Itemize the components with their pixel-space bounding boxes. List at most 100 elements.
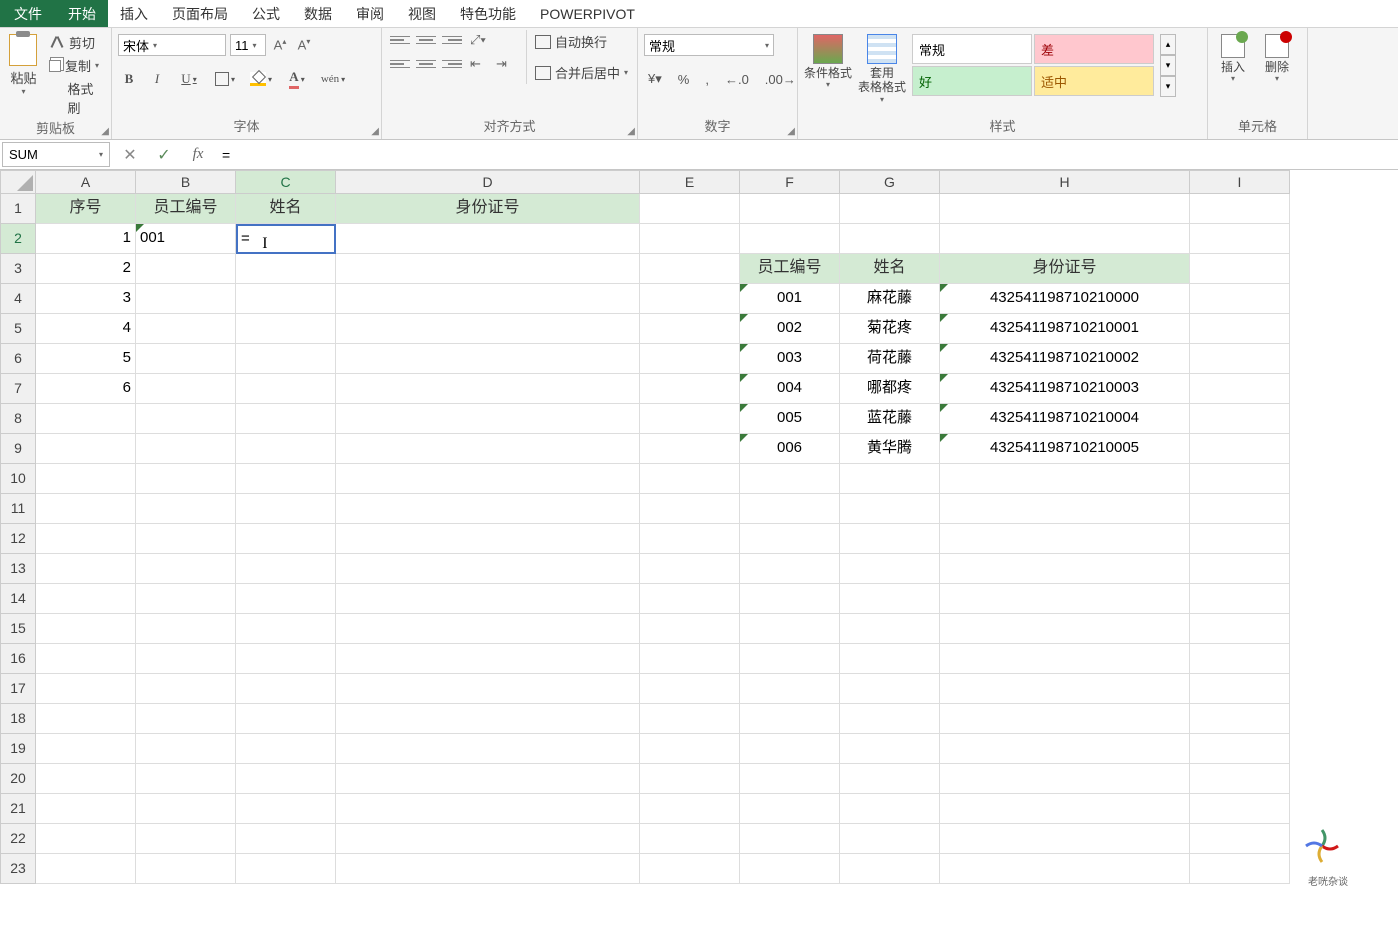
cell-A6[interactable]: 5 [36, 344, 136, 374]
cell-B23[interactable] [136, 854, 236, 884]
cell-D9[interactable] [336, 434, 640, 464]
cell-G21[interactable] [840, 794, 940, 824]
cell-H5[interactable]: 432541198710210001 [940, 314, 1190, 344]
cell-C17[interactable] [236, 674, 336, 704]
cell-B17[interactable] [136, 674, 236, 704]
cell-F9[interactable]: 006 [740, 434, 840, 464]
cell-G10[interactable] [840, 464, 940, 494]
cell-F1[interactable] [740, 194, 840, 224]
cell-E7[interactable] [640, 374, 740, 404]
row-header-3[interactable]: 3 [0, 254, 36, 284]
cell-I9[interactable] [1190, 434, 1290, 464]
col-header-D[interactable]: D [336, 170, 640, 194]
cell-B7[interactable] [136, 374, 236, 404]
cell-F3[interactable]: 员工编号 [740, 254, 840, 284]
cell-C16[interactable] [236, 644, 336, 674]
cell-E9[interactable] [640, 434, 740, 464]
tab-file[interactable]: 文件 [0, 0, 56, 27]
cell-A21[interactable] [36, 794, 136, 824]
cell-A20[interactable] [36, 764, 136, 794]
cell-D23[interactable] [336, 854, 640, 884]
orientation-button[interactable]: ⤢▾ [470, 30, 494, 50]
increase-decimal-button[interactable]: ←.0 [721, 68, 753, 90]
cell-H9[interactable]: 432541198710210005 [940, 434, 1190, 464]
cell-B10[interactable] [136, 464, 236, 494]
number-format-select[interactable]: 常规▾ [644, 34, 774, 56]
cell-G7[interactable]: 哪都疼 [840, 374, 940, 404]
comma-button[interactable]: , [701, 68, 713, 90]
number-expand-icon[interactable]: ◢ [787, 126, 795, 137]
clipboard-expand-icon[interactable]: ◢ [101, 126, 109, 137]
increase-indent-button[interactable]: ⇥ [496, 54, 520, 74]
cell-C1[interactable]: 姓名 [236, 194, 336, 224]
cell-H7[interactable]: 432541198710210003 [940, 374, 1190, 404]
cell-G23[interactable] [840, 854, 940, 884]
style-bad[interactable]: 差 [1034, 34, 1154, 64]
cell-E22[interactable] [640, 824, 740, 854]
cell-H6[interactable]: 432541198710210002 [940, 344, 1190, 374]
cell-C12[interactable] [236, 524, 336, 554]
cell-A7[interactable]: 6 [36, 374, 136, 404]
conditional-format-button[interactable]: 条件格式 ▾ [804, 30, 852, 89]
cell-G22[interactable] [840, 824, 940, 854]
cell-B19[interactable] [136, 734, 236, 764]
cell-D6[interactable] [336, 344, 640, 374]
cell-H8[interactable]: 432541198710210004 [940, 404, 1190, 434]
cell-D10[interactable] [336, 464, 640, 494]
row-header-5[interactable]: 5 [0, 314, 36, 344]
cell-F10[interactable] [740, 464, 840, 494]
cell-E20[interactable] [640, 764, 740, 794]
align-middle-button[interactable] [414, 30, 438, 50]
format-as-table-button[interactable]: 套用 表格格式 ▾ [858, 30, 906, 104]
cell-C23[interactable] [236, 854, 336, 884]
cell-H21[interactable] [940, 794, 1190, 824]
cell-D14[interactable] [336, 584, 640, 614]
cell-D15[interactable] [336, 614, 640, 644]
cell-F22[interactable] [740, 824, 840, 854]
cell-F7[interactable]: 004 [740, 374, 840, 404]
cell-H19[interactable] [940, 734, 1190, 764]
cell-I14[interactable] [1190, 584, 1290, 614]
cell-G1[interactable] [840, 194, 940, 224]
row-header-7[interactable]: 7 [0, 374, 36, 404]
cell-D8[interactable] [336, 404, 640, 434]
cell-C22[interactable] [236, 824, 336, 854]
font-size-select[interactable]: 11▾ [230, 34, 266, 56]
cell-H12[interactable] [940, 524, 1190, 554]
cell-C18[interactable] [236, 704, 336, 734]
cell-F21[interactable] [740, 794, 840, 824]
fill-color-button[interactable] [246, 68, 276, 90]
col-header-B[interactable]: B [136, 170, 236, 194]
cell-I21[interactable] [1190, 794, 1290, 824]
percent-button[interactable]: % [674, 68, 694, 90]
cell-E18[interactable] [640, 704, 740, 734]
cell-B16[interactable] [136, 644, 236, 674]
cell-E8[interactable] [640, 404, 740, 434]
cell-F12[interactable] [740, 524, 840, 554]
cell-E15[interactable] [640, 614, 740, 644]
align-center-button[interactable] [414, 54, 438, 74]
cell-C5[interactable] [236, 314, 336, 344]
cell-C2[interactable]: = [236, 224, 336, 254]
cell-D17[interactable] [336, 674, 640, 704]
cell-G12[interactable] [840, 524, 940, 554]
delete-button[interactable]: 删除 ▾ [1258, 30, 1296, 83]
cell-E16[interactable] [640, 644, 740, 674]
align-top-button[interactable] [388, 30, 412, 50]
insert-button[interactable]: 插入 ▾ [1214, 30, 1252, 83]
decrease-font-button[interactable]: A▾ [294, 35, 314, 55]
cell-D4[interactable] [336, 284, 640, 314]
cell-H16[interactable] [940, 644, 1190, 674]
cell-E2[interactable] [640, 224, 740, 254]
cell-G9[interactable]: 黄华腾 [840, 434, 940, 464]
style-expand[interactable]: ▾ [1160, 76, 1176, 97]
cell-B22[interactable] [136, 824, 236, 854]
cell-A11[interactable] [36, 494, 136, 524]
cell-F6[interactable]: 003 [740, 344, 840, 374]
cell-F18[interactable] [740, 704, 840, 734]
wrap-text-button[interactable]: 自动换行 [533, 30, 630, 53]
cell-A18[interactable] [36, 704, 136, 734]
cell-G2[interactable] [840, 224, 940, 254]
decrease-decimal-button[interactable]: .00→ [761, 68, 800, 90]
cell-D2[interactable] [336, 224, 640, 254]
